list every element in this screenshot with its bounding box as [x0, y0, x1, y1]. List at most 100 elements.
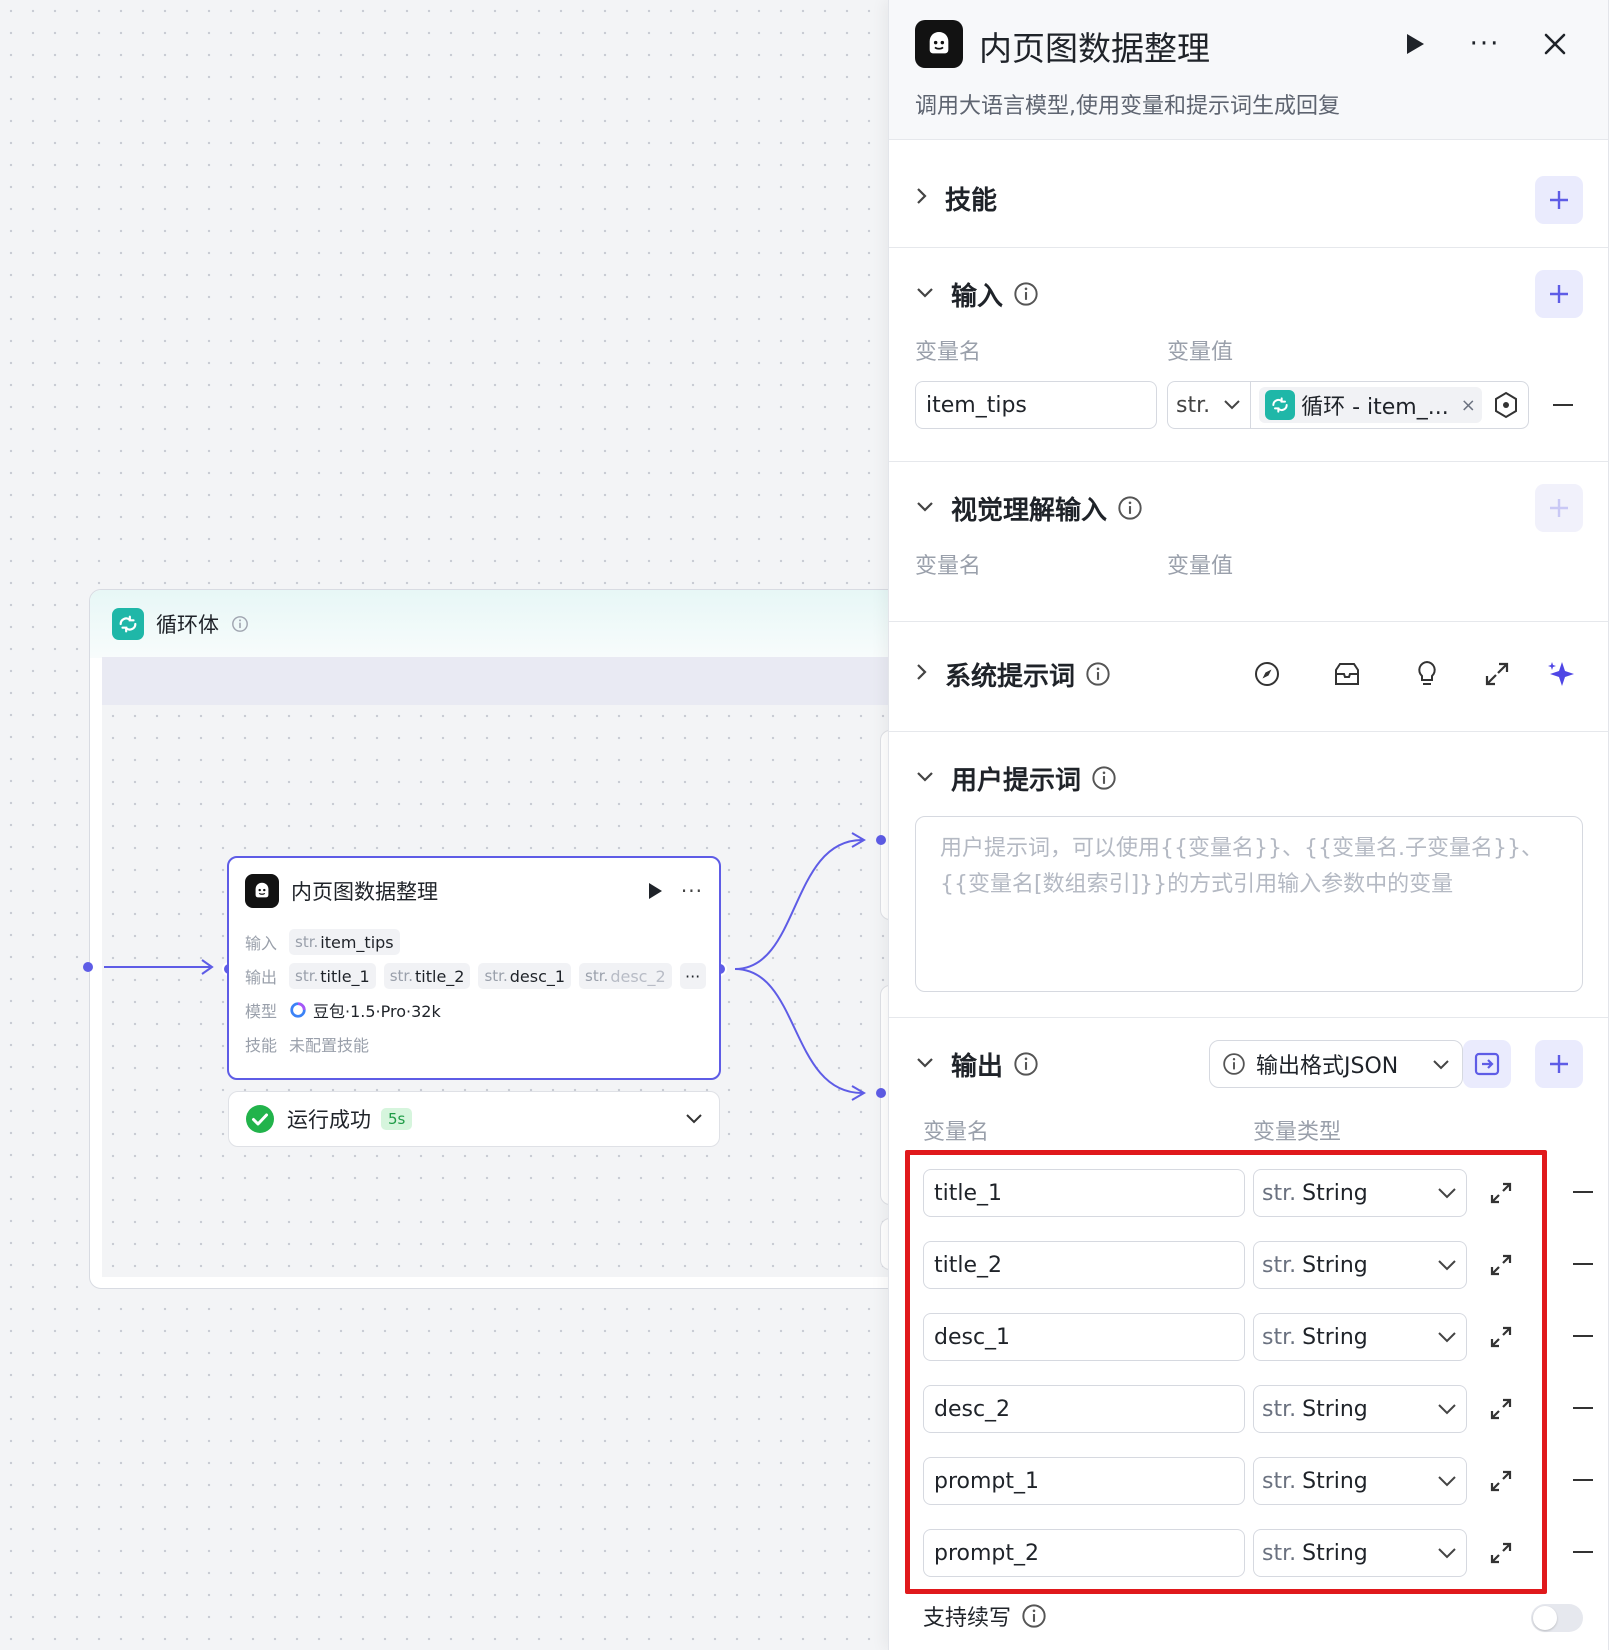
prompt-placeholder-line: {{变量名[数组索引]}}的方式引用输入参数中的变量 — [940, 872, 1454, 897]
more-icon[interactable]: ··· — [681, 879, 703, 903]
output-var-name-field[interactable]: title_2 — [923, 1241, 1245, 1289]
output-type-select[interactable]: str. String — [1253, 1241, 1467, 1289]
variable-picker-icon[interactable] — [1492, 391, 1520, 419]
chevron-down-icon[interactable] — [915, 769, 935, 788]
llm-node[interactable]: 内页图数据整理 ··· 输入 str. item_tips 输出 str. titl… — [227, 856, 721, 1080]
loop-title: 循环体 — [156, 613, 219, 637]
user-prompt-header[interactable]: 用户提示词 — [915, 758, 1117, 798]
skills-title: 技能 — [945, 185, 998, 216]
chevron-down-icon[interactable] — [685, 1110, 703, 1129]
library-icon[interactable] — [1329, 656, 1365, 692]
add-skill-button[interactable] — [1535, 176, 1583, 224]
chevron-down-icon[interactable] — [1222, 393, 1242, 418]
chevron-right-icon[interactable] — [915, 662, 929, 686]
output-var-name-field[interactable]: desc_2 — [923, 1385, 1245, 1433]
output-format-select[interactable]: 输出格式JSON — [1209, 1040, 1463, 1088]
panel-description: 调用大语言模型,使用变量和提示词生成回复 — [915, 94, 1340, 119]
more-icon[interactable]: ··· — [1467, 26, 1503, 62]
system-prompt-header[interactable]: 系统提示词 — [915, 654, 1111, 694]
close-icon[interactable] — [1537, 26, 1573, 62]
expand-icon[interactable] — [1479, 656, 1515, 692]
remove-output-button[interactable] — [1573, 1335, 1593, 1337]
loop-header: 循环体 — [90, 590, 908, 658]
import-output-button[interactable] — [1463, 1040, 1511, 1088]
node-input-row: 输入 str. item_tips — [245, 928, 408, 956]
vision-header[interactable]: 视觉理解输入 — [915, 488, 1143, 528]
status-text: 运行成功 — [287, 1108, 371, 1132]
output-type-select[interactable]: str. String — [1253, 1169, 1467, 1217]
reference-text: 循环 - item_... — [1301, 395, 1449, 420]
output-col-type: 变量类型 — [1253, 1120, 1342, 1145]
chevron-down-icon[interactable] — [915, 285, 935, 304]
node-output-label: 输出 — [245, 968, 278, 987]
output-var-name-field[interactable]: title_1 — [923, 1169, 1245, 1217]
remove-output-button[interactable] — [1573, 1191, 1593, 1193]
play-icon[interactable] — [1397, 26, 1433, 62]
remove-output-button[interactable] — [1573, 1479, 1593, 1481]
output-var-name-field[interactable]: desc_1 — [923, 1313, 1245, 1361]
compass-icon[interactable] — [1249, 656, 1285, 692]
info-icon[interactable] — [231, 615, 249, 633]
expand-icon[interactable] — [1485, 1537, 1517, 1569]
chevron-down-icon — [1432, 1052, 1450, 1077]
info-icon[interactable] — [1085, 661, 1111, 687]
output-type-select[interactable]: str. String — [1253, 1529, 1467, 1577]
expand-icon[interactable] — [1485, 1321, 1517, 1353]
output-var-name-field[interactable]: prompt_1 — [923, 1457, 1245, 1505]
panel-title[interactable]: 内页图数据整理 — [979, 22, 1210, 70]
reference-tag[interactable]: 循环 - item_... × — [1259, 387, 1482, 423]
output-type-select[interactable]: str. String — [1253, 1457, 1467, 1505]
node-model-row: 模型 豆包·1.5·Pro·32k — [245, 996, 441, 1024]
run-status-bar[interactable]: 运行成功 5s — [228, 1091, 720, 1147]
vision-col-value: 变量值 — [1167, 554, 1234, 579]
info-icon[interactable] — [1091, 765, 1117, 791]
input-var-value-field[interactable]: str. 循环 - item_... × — [1167, 381, 1529, 429]
input-header[interactable]: 输入 — [915, 274, 1039, 314]
node-skill-label: 技能 — [245, 1036, 278, 1055]
add-output-button[interactable] — [1535, 1040, 1583, 1088]
continue-writing-toggle[interactable] — [1531, 1604, 1583, 1632]
system-prompt-title: 系统提示词 — [945, 661, 1076, 692]
output-type-select[interactable]: str. String — [1253, 1385, 1467, 1433]
remove-output-button[interactable] — [1573, 1407, 1593, 1409]
output-header[interactable]: 输出 — [915, 1044, 1039, 1084]
output-type-select[interactable]: str. String — [1253, 1313, 1467, 1361]
node-settings-panel[interactable]: 内页图数据整理 ··· 调用大语言模型,使用变量和提示词生成回复 技能 输入 变… — [888, 0, 1609, 1650]
output-var-name-field[interactable]: prompt_2 — [923, 1529, 1245, 1577]
chevron-down-icon[interactable] — [915, 499, 935, 518]
expand-icon[interactable] — [1485, 1249, 1517, 1281]
input-var-name-field[interactable]: item_tips — [915, 381, 1157, 429]
remove-output-button[interactable] — [1573, 1551, 1593, 1553]
add-vision-input-button[interactable] — [1535, 484, 1583, 532]
loop-icon — [112, 608, 144, 640]
add-input-button[interactable] — [1535, 270, 1583, 318]
continue-writing-label: 支持续写 — [923, 1606, 1012, 1631]
remove-reference-icon[interactable]: × — [1461, 395, 1476, 416]
node-output-chip: str. desc_2 — [579, 963, 672, 989]
skills-header[interactable]: 技能 — [915, 178, 997, 218]
chevron-right-icon[interactable] — [915, 186, 929, 210]
info-icon[interactable] — [1013, 1051, 1039, 1077]
loop-toolbar-strip — [102, 657, 908, 705]
vision-title: 视觉理解输入 — [951, 495, 1108, 526]
remove-output-button[interactable] — [1573, 1263, 1593, 1265]
node-output-row: 输出 str. title_1 str. title_2 str. desc_1 st… — [245, 962, 714, 990]
node-output-more-chip[interactable]: ··· — [679, 963, 706, 989]
node-skill-value: 未配置技能 — [289, 1036, 370, 1055]
user-prompt-textarea[interactable]: 用户提示词，可以使用{{变量名}}、{{变量名.子变量名}}、 {{变量名[数组… — [915, 816, 1583, 992]
lightbulb-icon[interactable] — [1409, 656, 1445, 692]
remove-input-button[interactable] — [1553, 404, 1573, 406]
info-icon[interactable] — [1021, 1603, 1047, 1629]
chevron-down-icon[interactable] — [915, 1055, 935, 1074]
expand-icon[interactable] — [1485, 1393, 1517, 1425]
output-col-name: 变量名 — [923, 1120, 990, 1145]
ai-sparkle-icon[interactable] — [1543, 656, 1579, 692]
section-system-prompt: 系统提示词 — [889, 622, 1609, 732]
doubao-logo-icon — [289, 1001, 307, 1019]
info-icon[interactable] — [1117, 495, 1143, 521]
info-icon[interactable] — [1013, 281, 1039, 307]
play-icon[interactable] — [645, 881, 665, 901]
expand-icon[interactable] — [1485, 1465, 1517, 1497]
expand-icon[interactable] — [1485, 1177, 1517, 1209]
vision-col-name: 变量名 — [915, 554, 982, 579]
